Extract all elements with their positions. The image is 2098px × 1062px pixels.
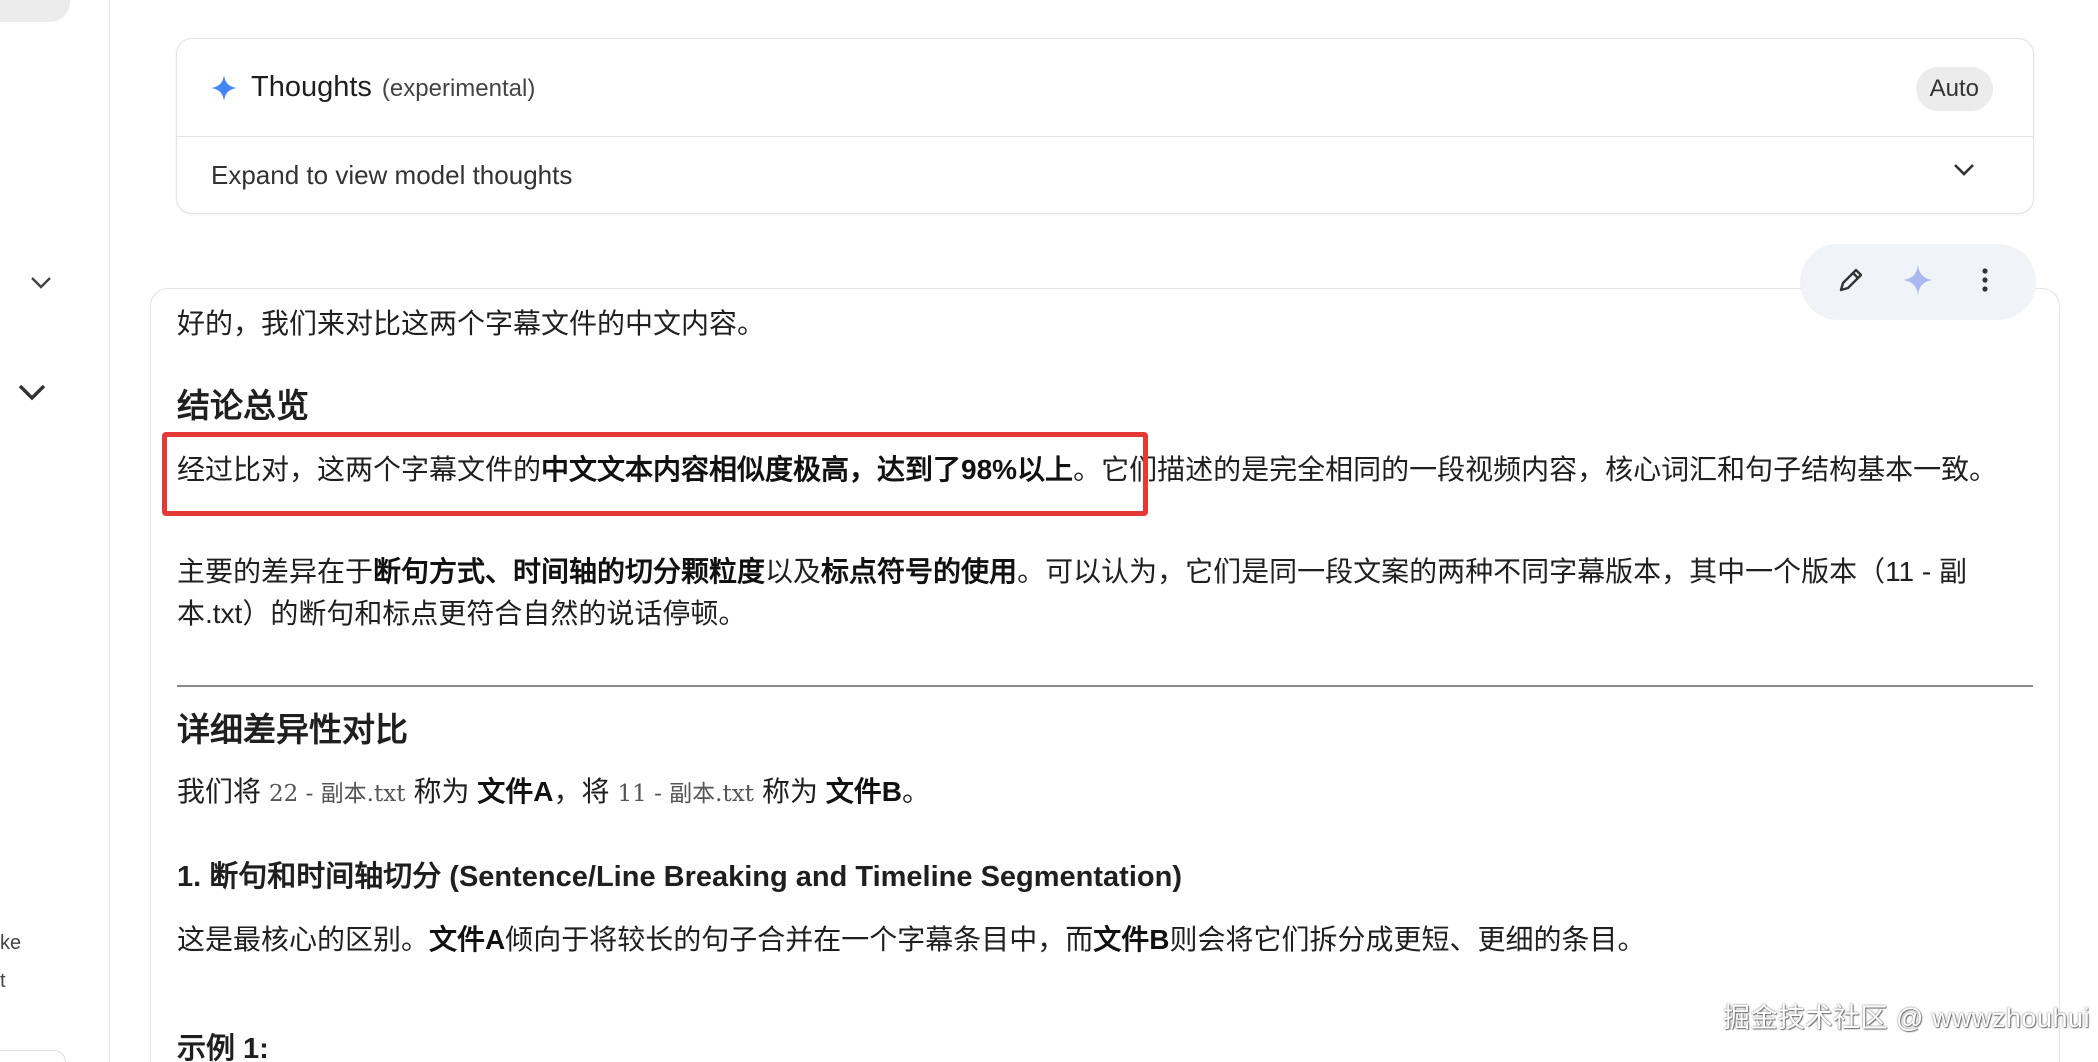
- bold-span: 中文文本内容相似度极高，达到了98%以上: [541, 454, 1074, 485]
- text-span: ，将: [553, 776, 610, 807]
- sidebar-bottom-button[interactable]: [0, 1050, 66, 1062]
- sidebar-partial-text: ke: [0, 932, 22, 954]
- sparkle-icon: [211, 74, 237, 101]
- text-span: 倾向于将较长的句子合并在一个字幕条目中，而: [505, 924, 1094, 955]
- thoughts-title: Thoughts: [251, 71, 372, 103]
- bold-span: 文件B: [1093, 924, 1170, 955]
- thoughts-header: Thoughts (experimental) Auto: [177, 39, 2033, 137]
- text-span: 主要的差异在于: [177, 556, 374, 587]
- inline-code: 22 - 副本.txt: [269, 781, 406, 807]
- paragraph-differences: 主要的差异在于断句方式、时间轴的切分颗粒度以及标点符号的使用。可以认为，它们是同…: [177, 551, 1979, 635]
- text-span: 我们将: [177, 776, 262, 807]
- model-response: 好的，我们来对比这两个字幕文件的中文内容。 结论总览 经过比对，这两个字幕文件的…: [150, 288, 2060, 1062]
- thoughts-panel: Thoughts (experimental) Auto Expand to v…: [176, 38, 2034, 214]
- more-options-button[interactable]: [1963, 260, 2007, 304]
- chevron-down-icon[interactable]: [30, 276, 52, 290]
- heading-overview: 结论总览: [177, 387, 309, 424]
- expand-thoughts-label: Expand to view model thoughts: [211, 159, 573, 190]
- more-vert-icon: [1981, 267, 1989, 298]
- text-span: 。它们描述的是完全相同的一段视频内容，核心词汇和句子结构基本一致。: [1073, 454, 1998, 485]
- text-span: 称为: [413, 776, 470, 807]
- paragraph-naming: 我们将 22 - 副本.txt 称为 文件A，将 11 - 副本.txt 称为 文件B。: [177, 771, 2033, 815]
- thoughts-subtitle: (experimental): [381, 74, 536, 102]
- pencil-icon: [1836, 265, 1866, 300]
- expand-thoughts-row[interactable]: Expand to view model thoughts: [177, 137, 2033, 213]
- text-span: 称为: [761, 776, 818, 807]
- watermark-text: 掘金技术社区 @ wwwzhouhui: [1723, 1003, 2090, 1033]
- edit-button[interactable]: [1829, 260, 1873, 304]
- bold-span: 标点符号的使用: [821, 556, 1018, 587]
- heading-detail: 详细差异性对比: [177, 711, 408, 748]
- heading-section-1: 1. 断句和时间轴切分 (Sentence/Line Breaking and …: [177, 861, 1182, 893]
- bold-span: 文件A: [429, 924, 506, 955]
- text-span: 则会将它们拆分成更短、更细的条目。: [1169, 924, 1646, 955]
- response-intro: 好的，我们来对比这两个字幕文件的中文内容。: [177, 308, 766, 339]
- sparkle-icon: [1902, 264, 1933, 300]
- paragraph-section-1: 这是最核心的区别。文件A倾向于将较长的句子合并在一个字幕条目中，而文件B则会将它…: [177, 919, 2033, 961]
- text-span: 经过比对，这两个字幕文件的: [177, 454, 542, 485]
- sidebar-top-button[interactable]: [0, 0, 70, 22]
- divider: [177, 685, 2033, 687]
- bold-span: 文件A: [477, 776, 554, 807]
- paragraph-conclusion: 经过比对，这两个字幕文件的中文文本内容相似度极高，达到了98%以上。它们描述的是…: [177, 449, 2033, 491]
- sidebar-partial-text: t: [0, 970, 6, 992]
- text-span: 。: [901, 776, 930, 807]
- left-sidebar: ke t: [0, 0, 110, 1062]
- text-span: 这是最核心的区别。: [177, 924, 430, 955]
- thinking-mode-chip[interactable]: Auto: [1915, 67, 1993, 111]
- text-span: 以及: [765, 556, 822, 587]
- bold-span: 断句方式、时间轴的切分颗粒度: [373, 556, 766, 587]
- bold-span: 文件B: [825, 776, 902, 807]
- chevron-down-icon[interactable]: [1953, 163, 1975, 182]
- chevron-down-icon[interactable]: [18, 384, 46, 402]
- response-toolbar: [1800, 244, 2036, 320]
- inline-code: 11 - 副本.txt: [617, 781, 754, 807]
- gemini-sparkle-button[interactable]: [1896, 260, 1940, 304]
